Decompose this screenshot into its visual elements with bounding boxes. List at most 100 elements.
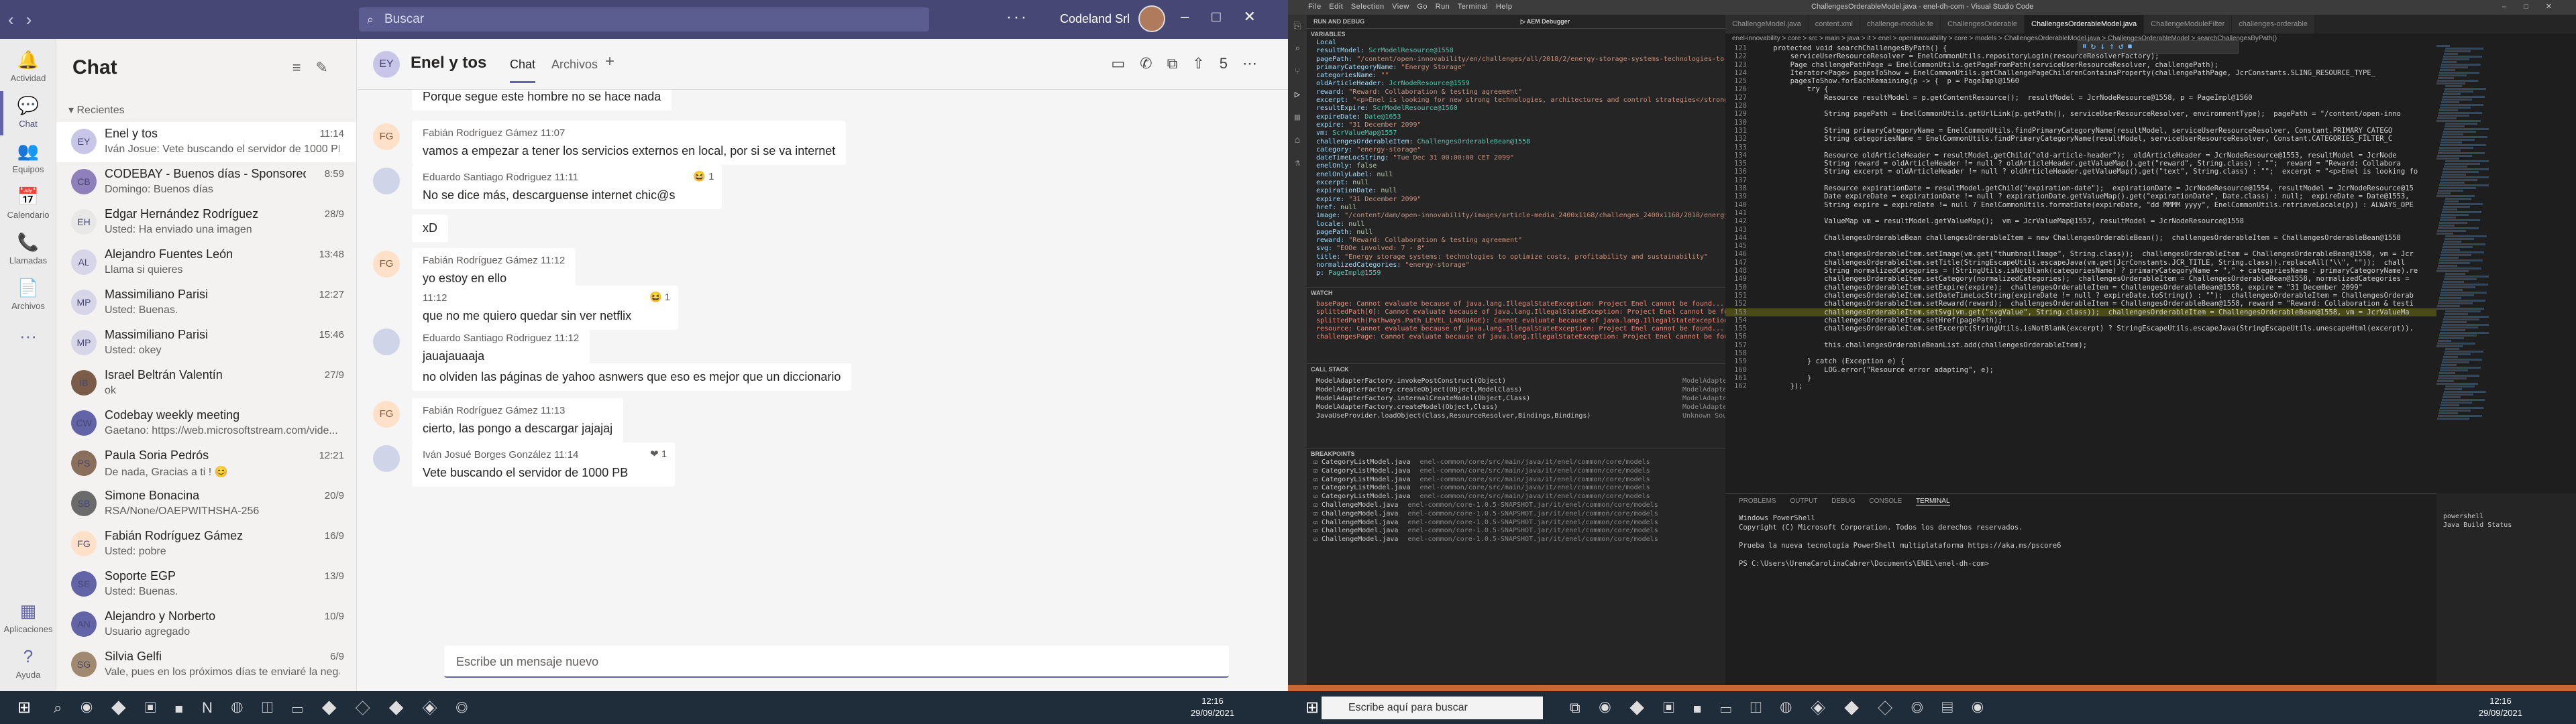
code-line[interactable]: 126 try { xyxy=(1725,85,2436,93)
search-icon[interactable]: ⌕ xyxy=(1288,38,1307,60)
message-bubble[interactable]: Eduardo Santiago Rodriguez 11:11 No se di… xyxy=(412,165,722,209)
windows-start-icon[interactable]: ⊞ xyxy=(1305,698,1319,717)
stack-frame[interactable]: ModelAdapterFactory.createObject(Object,… xyxy=(1307,385,1725,394)
stack-frame[interactable]: ModelAdapterFactory.createModel(Object,C… xyxy=(1307,403,1725,412)
breakpoints-header[interactable]: BREAKPOINTS xyxy=(1307,448,1725,459)
window-controls[interactable]: –□✕ xyxy=(1181,8,1279,25)
menu-bar[interactable]: File Edit Selection View Go Run Terminal… xyxy=(1308,3,1512,11)
conversation-title[interactable]: Enel y tos xyxy=(411,54,486,72)
code-line[interactable]: 159 } catch (Exception e) { xyxy=(1725,357,2436,365)
rail-activity[interactable]: 🔔 Actividad xyxy=(0,50,56,83)
variable-row[interactable]: svg: "EOOe involved: 7 - 8" xyxy=(1307,245,1725,253)
variable-row[interactable]: challengesOrderableItem: ChallengesOrder… xyxy=(1307,138,1725,146)
breakpoint-item[interactable]: ☑ ChallengeModel.java enel-common/core-1.… xyxy=(1307,536,1725,544)
code-line[interactable]: 151 challengesOrderableItem.setDateTimeL… xyxy=(1725,292,2436,300)
variable-row[interactable]: resultModel: ScrModelResource@1558 xyxy=(1307,47,1725,55)
variables-header[interactable]: VARIABLES xyxy=(1307,28,1725,39)
message-bubble[interactable]: Iván Josué Borges González 11:14 Vete bus… xyxy=(412,442,676,487)
breakpoint-item[interactable]: ☑ CategoryListModel.java enel-common/core… xyxy=(1307,493,1725,501)
rail-more[interactable]: ··· xyxy=(0,326,56,349)
stack-frame[interactable]: ModelAdapterFactory.internalCreateModel(… xyxy=(1307,394,1725,403)
variable-row[interactable]: oldArticleHeader: JcrNodeResource@1559 xyxy=(1307,80,1725,88)
avatar[interactable] xyxy=(1138,5,1165,32)
menu-item-help[interactable]: Help xyxy=(1496,3,1513,11)
code-line[interactable]: 143 xyxy=(1725,226,2436,234)
list-item[interactable]: AL Alejandro Fuentes León Llama si quieres… xyxy=(56,243,356,283)
variable-row[interactable]: expirationDate: null xyxy=(1307,187,1725,195)
watch-expression[interactable]: challengesPage: Cannot evaluate because … xyxy=(1307,333,1725,341)
code-line[interactable]: 152 challengesOrderableItem.setReward(re… xyxy=(1725,300,2436,308)
breakpoint-item[interactable]: ☑ ChallengeModel.java enel-common/core-1.… xyxy=(1307,519,1725,528)
editor-tab[interactable]: ChallengeModuleFilter xyxy=(2144,15,2233,34)
menu-item-file[interactable]: File xyxy=(1308,3,1322,11)
list-item[interactable]: MP Massimiliano Parisi Usted: Buenas. 12:27 xyxy=(56,283,356,323)
code-line[interactable]: 154 challengesOrderableItem.setHref(page… xyxy=(1725,316,2436,324)
code-line[interactable]: 128 xyxy=(1725,102,2436,110)
variable-row[interactable]: pagePath: null xyxy=(1307,229,1725,237)
code-line[interactable]: 124 Iterator<Page> pagesToShow = EnelCom… xyxy=(1725,69,2436,77)
breakpoint-item[interactable]: ☑ ChallengeModel.java enel-common/core-1.… xyxy=(1307,510,1725,519)
breakpoint-item[interactable]: ☑ ChallengeModel.java enel-common/core-1.… xyxy=(1307,527,1725,536)
code-line[interactable]: 161 } xyxy=(1725,374,2436,382)
code-line[interactable]: 131 String primaryCategoryName = EnelCom… xyxy=(1725,127,2436,135)
code-line[interactable]: 132 String categoriesName = EnelCommonUt… xyxy=(1725,135,2436,143)
variable-row[interactable]: enelOnlyLabel: null xyxy=(1307,171,1725,179)
rail-calendar[interactable]: 📅 Calendario xyxy=(0,186,56,220)
back-forward-icon[interactable]: ‹› xyxy=(8,9,44,30)
reaction[interactable]: ❤ 1 xyxy=(650,448,667,460)
variable-row[interactable]: excerpt: null xyxy=(1307,179,1725,187)
editor-tab[interactable]: challenge-module.fe xyxy=(1860,15,1941,34)
section-recent[interactable]: ▾ Recientes xyxy=(68,103,125,117)
code-line[interactable]: 144 ChallengesOrderableBean challengesOr… xyxy=(1725,234,2436,242)
code-line[interactable]: 133 xyxy=(1725,143,2436,152)
code-line[interactable]: 129 String pagePath = EnelCommonUtils.ge… xyxy=(1725,110,2436,118)
list-item[interactable]: CW Codebay weekly meeting Gaetano: https:/… xyxy=(56,404,356,444)
reaction[interactable]: 😆 1 xyxy=(693,170,714,182)
list-item[interactable]: EY Enel y tos Iván Josue: Vete buscando el… xyxy=(56,122,356,162)
variable-row[interactable]: reward: "Reward: Collaboration & testing… xyxy=(1307,88,1725,97)
menu-item-selection[interactable]: Selection xyxy=(1351,3,1385,11)
message-bubble[interactable]: 11:12 que no me quiero quedar sin ver net… xyxy=(412,286,679,330)
callstack-header[interactable]: CALL STACK xyxy=(1307,363,1725,374)
menu-item-view[interactable]: View xyxy=(1392,3,1409,11)
editor-tab[interactable]: ChallengeModel.java xyxy=(1725,15,1809,34)
variable-row[interactable]: resultExpire: ScrModelResource@1560 xyxy=(1307,105,1725,113)
tab-files[interactable]: Archivos xyxy=(551,58,598,72)
list-item[interactable]: MP Massimiliano Parisi Usted: okey 15:46 xyxy=(56,323,356,363)
rail-teams[interactable]: 👥 Equipos xyxy=(0,141,56,174)
code-line[interactable]: 134 Resource oldArticleHeader = resultMo… xyxy=(1725,152,2436,160)
reaction[interactable]: 😆 1 xyxy=(649,291,670,303)
code-line[interactable]: 139 Date expireDate = expirationDate != … xyxy=(1725,192,2436,200)
code-line[interactable]: 141 xyxy=(1725,209,2436,217)
menu-item-go[interactable]: Go xyxy=(1417,3,1428,11)
more-options-icon[interactable]: ··· xyxy=(1006,8,1028,27)
code-line[interactable]: 136 String excerpt = oldArticleHeader !=… xyxy=(1725,168,2436,176)
breakpoint-item[interactable]: ☑ CategoryListModel.java enel-common/core… xyxy=(1307,476,1725,485)
code-line[interactable]: 148 String normalizedCategories = (Strin… xyxy=(1725,267,2436,275)
watch-expression[interactable]: basePage: Cannot evaluate because of jav… xyxy=(1307,300,1725,308)
menu-item-run[interactable]: Run xyxy=(1436,3,1450,11)
taskbar-clock[interactable]: 12:16 29/09/2021 xyxy=(2479,695,2522,719)
taskbar-search[interactable]: Escribe aquí para buscar xyxy=(1322,697,1543,719)
list-item[interactable]: AN Alejandro y Norberto Usuario agregado 10… xyxy=(56,605,356,645)
header-actions[interactable]: ▭✆⧉⇧5⋯ xyxy=(1111,55,1272,72)
watch-header[interactable]: WATCH xyxy=(1307,287,1725,298)
minimap[interactable] xyxy=(2436,44,2489,487)
code-line[interactable]: 122 serviceUserResourceResolver = EnelCo… xyxy=(1725,52,2436,60)
code-line[interactable]: 138 Resource expirationDate = resultMode… xyxy=(1725,184,2436,192)
menu-item-terminal[interactable]: Terminal xyxy=(1458,3,1489,11)
variable-row[interactable]: href: null xyxy=(1307,204,1725,212)
menu-item-edit[interactable]: Edit xyxy=(1329,3,1343,11)
rail-help[interactable]: ? Ayuda xyxy=(0,646,56,680)
terminal-item-java-build[interactable]: Java Build Status xyxy=(2443,521,2569,530)
compose-input[interactable]: Escribe un mensaje nuevo xyxy=(444,646,1229,678)
taskbar-clock[interactable]: 12:16 29/09/2021 xyxy=(1191,695,1234,719)
variable-row[interactable]: enelOnly: false xyxy=(1307,162,1725,170)
code-line[interactable]: 146 challengesOrderableItem.setImage(vm.… xyxy=(1725,250,2436,258)
editor-tab[interactable]: ChallengesOrderable xyxy=(1941,15,2025,34)
list-item[interactable]: SG Silvia Gelfi Vale, pues en los próximos… xyxy=(56,645,356,685)
list-item[interactable]: SE Soporte EGP Usted: Buenas. 13/9 xyxy=(56,564,356,605)
terminal-output[interactable]: Windows PowerShell Copyright (C) Microso… xyxy=(1725,509,2436,574)
breakpoint-item[interactable]: ☑ CategoryListModel.java enel-common/core… xyxy=(1307,459,1725,467)
code-line[interactable]: 149 challengesOrderableItem.setCategory(… xyxy=(1725,275,2436,283)
